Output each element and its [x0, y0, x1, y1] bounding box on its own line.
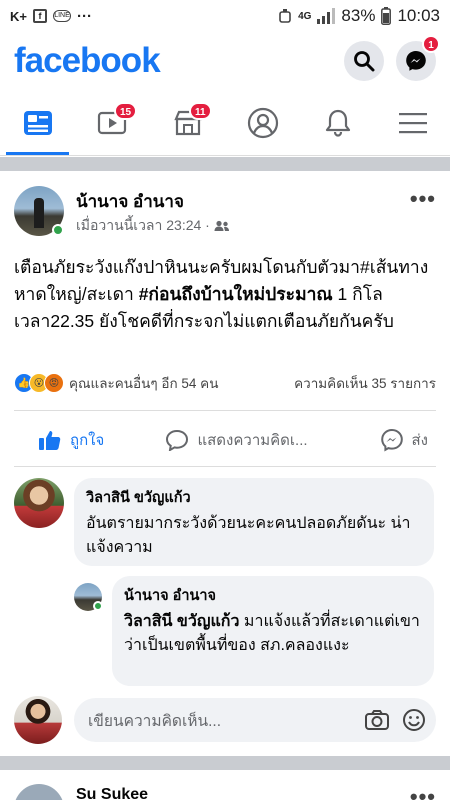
- comment-bubble[interactable]: วิลาสินี ขวัญแก้ว อันตรายมากระวังด้วยนะค…: [74, 478, 434, 566]
- comment-input[interactable]: เขียนความคิดเห็น...: [74, 698, 436, 742]
- bell-icon: [325, 109, 350, 137]
- actions-divider-top: [14, 410, 436, 411]
- facebook-logo[interactable]: facebook: [14, 41, 161, 81]
- tab-menu[interactable]: [375, 90, 450, 155]
- alarm-icon: [279, 9, 291, 23]
- search-button[interactable]: [344, 41, 384, 81]
- comment-icon: [166, 429, 189, 451]
- facebook-notification-icon: f: [32, 9, 47, 23]
- network-type-label: 4G: [298, 10, 312, 22]
- line-notification-icon: LINE: [52, 10, 71, 22]
- hashtag-before-ban-mai[interactable]: #ก่อนถึงบ้านใหม่ประมาณ: [139, 284, 333, 304]
- battery-icon: [381, 7, 392, 25]
- messenger-badge: 1: [422, 35, 440, 53]
- tab-notifications[interactable]: [300, 90, 375, 155]
- comment-label: แสดงความคิดเ...: [197, 432, 308, 449]
- reply-mention[interactable]: วิลาสินี ขวัญแก้ว: [124, 613, 239, 630]
- online-indicator: [52, 224, 64, 236]
- next-post-author-name[interactable]: Su Sukee: [76, 786, 148, 800]
- status-left-icons: K+ f LINE ···: [10, 8, 92, 25]
- comment-author-name[interactable]: วิลาสินี ขวัญแก้ว: [86, 486, 422, 509]
- reply-online-indicator: [93, 601, 103, 611]
- messenger-icon: [406, 51, 426, 71]
- reply-text: วิลาสินี ขวัญแก้ว มาแจ้งแล้วที่สะเดาแต่เ…: [124, 610, 422, 658]
- post-actions: ถูกใจ แสดงความคิดเ... ส่ง: [14, 420, 436, 460]
- tab-marketplace[interactable]: 11: [150, 90, 225, 155]
- reply-author-name[interactable]: น้านาจ อำนาจ: [124, 584, 422, 607]
- comments-count[interactable]: ความคิดเห็น 35 รายการ: [294, 372, 436, 394]
- clock: 10:03: [397, 6, 440, 25]
- commenter-avatar[interactable]: [14, 478, 64, 528]
- write-comment-row: เขียนความคิดเห็น...: [14, 696, 436, 746]
- angry-reaction-icon: 😡: [44, 373, 64, 393]
- reactions-count: คุณและคนอื่นๆ อีก 54 คน: [69, 376, 219, 391]
- menu-icon: [398, 112, 427, 133]
- signal-icon: [317, 8, 336, 24]
- watch-badge: 15: [114, 102, 138, 120]
- more-notifications-icon: ···: [76, 7, 92, 25]
- tab-profile[interactable]: [225, 90, 300, 155]
- current-user-avatar[interactable]: [14, 696, 62, 744]
- comment-input-placeholder: เขียนความคิดเห็น...: [88, 712, 222, 730]
- profile-icon: [247, 107, 278, 138]
- post-text-part-1: เตือนภัยระวังแก๊งปาหินนะครับผมโดนกับตัวม…: [14, 257, 360, 277]
- kplus-icon: K+: [10, 8, 27, 24]
- actions-divider-bottom: [14, 466, 436, 467]
- post-more-options-button[interactable]: •••: [410, 186, 436, 212]
- app-header: facebook 1: [0, 32, 450, 90]
- like-label: ถูกใจ: [70, 432, 105, 449]
- feed-separator: [0, 157, 450, 171]
- post-author-name[interactable]: น้านาจ อำนาจ: [76, 188, 184, 215]
- share-button[interactable]: ส่ง: [380, 428, 436, 452]
- tab-home[interactable]: [0, 90, 75, 155]
- post-timestamp[interactable]: เมื่อวานนี้เวลา 23:24 ·: [76, 215, 210, 237]
- post-meta: เมื่อวานนี้เวลา 23:24 ·: [76, 215, 230, 237]
- messenger-button[interactable]: 1: [396, 35, 440, 81]
- post-header: น้านาจ อำนาจ เมื่อวานนี้เวลา 23:24 · •••: [14, 184, 436, 244]
- search-icon: [354, 51, 375, 72]
- news-feed-icon: [23, 110, 52, 135]
- status-right-icons: 4G 83% 10:03: [278, 6, 440, 26]
- post-text: เตือนภัยระวังแก๊งปาหินนะครับผมโดนกับตัวม…: [14, 254, 438, 335]
- like-button[interactable]: ถูกใจ: [14, 428, 129, 452]
- camera-icon[interactable]: [364, 708, 390, 732]
- status-bar: K+ f LINE ··· 4G 83% 10:03: [0, 0, 450, 32]
- share-label: ส่ง: [411, 432, 428, 449]
- reactions-summary[interactable]: 👍 😮 😡 คุณและคนอื่นๆ อีก 54 คน ความคิดเห็…: [14, 371, 436, 395]
- tab-watch[interactable]: 15: [75, 90, 150, 155]
- next-post-author-avatar[interactable]: [14, 784, 64, 800]
- hashtag-route[interactable]: #เส้นทาง: [360, 257, 428, 277]
- marketplace-badge: 11: [189, 102, 212, 120]
- post-text-part-2: หาดใหญ่/สะเดา: [14, 284, 139, 304]
- messenger-share-icon: [380, 428, 403, 452]
- comment-button[interactable]: แสดงความคิดเ...: [129, 428, 344, 452]
- nav-tabs: 15 11: [0, 90, 450, 156]
- comment-text: อันตรายมากระวังด้วยนะคะคนปลอดภัยดันะ น่า…: [86, 515, 411, 556]
- next-post-more-options-button[interactable]: •••: [410, 784, 436, 800]
- thumbs-up-icon: [39, 431, 61, 450]
- emoji-icon[interactable]: [402, 708, 426, 732]
- feed-separator-2: [0, 756, 450, 770]
- battery-percentage: 83%: [341, 6, 376, 25]
- friends-audience-icon: [214, 220, 229, 231]
- reply-bubble[interactable]: น้านาจ อำนาจ วิลาสินี ขวัญแก้ว มาแจ้งแล้…: [112, 576, 434, 686]
